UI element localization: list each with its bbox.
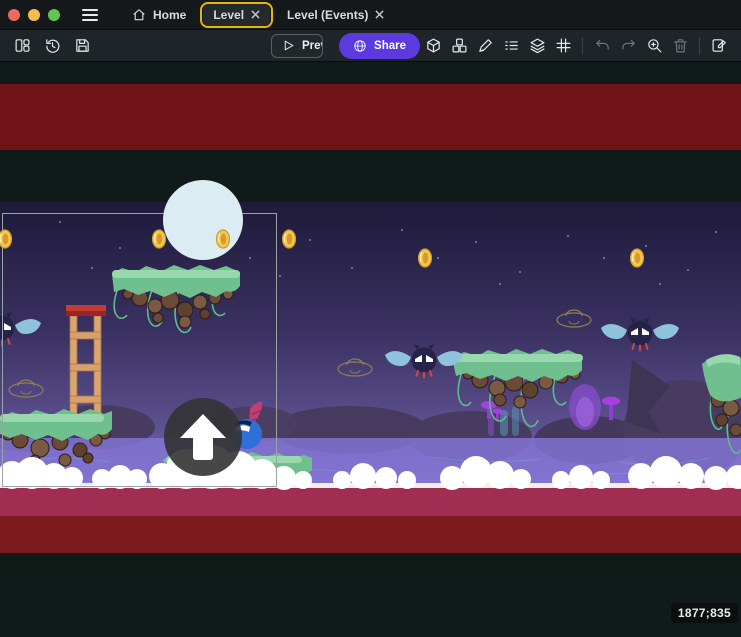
object-groups-button[interactable] (446, 34, 472, 58)
play-icon (282, 39, 295, 52)
pencil-icon (477, 37, 494, 54)
redo-button[interactable] (615, 34, 641, 58)
trash-icon (672, 37, 689, 54)
moon[interactable] (163, 180, 243, 260)
delete-button[interactable] (667, 34, 693, 58)
panels-icon (14, 37, 31, 54)
toolbar: Preview Share (0, 30, 741, 62)
macos-zoom-button[interactable] (48, 9, 60, 21)
macos-close-button[interactable] (8, 9, 20, 21)
cubes-group-icon (451, 37, 468, 54)
preview-label: Preview (302, 40, 323, 52)
share-label: Share (374, 40, 406, 52)
scene-editor-canvas[interactable]: 1877;835 (0, 62, 741, 637)
globe-icon (353, 39, 367, 53)
grid-icon (555, 37, 572, 54)
macos-minimize-button[interactable] (28, 9, 40, 21)
zoom-in-icon (646, 37, 663, 54)
main-menu-icon[interactable] (82, 9, 98, 21)
add-object-button[interactable] (420, 34, 446, 58)
tab-level-events-label: Level (Events) (287, 8, 368, 22)
open-editors-panel-button[interactable] (9, 34, 35, 58)
close-icon[interactable] (251, 10, 260, 19)
ceiling-ground-platform[interactable] (0, 84, 741, 150)
save-button[interactable] (69, 34, 95, 58)
toolbar-left-group (9, 34, 95, 58)
toolbar-divider (699, 37, 700, 55)
cursor-coordinates: 1877;835 (671, 603, 738, 623)
ground-magenta-band[interactable] (0, 488, 741, 516)
tab-home-label: Home (153, 8, 186, 22)
scene-properties-button[interactable] (706, 34, 732, 58)
preview-button[interactable]: Preview (272, 35, 323, 57)
share-button[interactable]: Share (339, 33, 420, 59)
undo-icon (594, 37, 611, 54)
app-window: Home Level Level (Events) (0, 0, 741, 637)
tab-level[interactable]: Level (203, 4, 270, 26)
scene-canvas (0, 62, 741, 637)
titlebar: Home Level Level (Events) (0, 0, 741, 30)
save-icon (74, 37, 91, 54)
instances-list-button[interactable] (498, 34, 524, 58)
history-clock-icon (44, 37, 61, 54)
edit-note-icon (711, 37, 728, 54)
close-icon[interactable] (375, 10, 384, 19)
tab-level-highlight: Level (200, 2, 273, 28)
toolbar-right-group (420, 34, 732, 58)
grid-button[interactable] (550, 34, 576, 58)
coin[interactable] (631, 249, 644, 267)
coin[interactable] (153, 230, 166, 248)
cube-icon (425, 37, 442, 54)
redo-icon (620, 37, 637, 54)
layers-button[interactable] (524, 34, 550, 58)
tab-level-label: Level (213, 8, 244, 22)
layers-icon (529, 37, 546, 54)
coin[interactable] (283, 230, 296, 248)
history-button[interactable] (39, 34, 65, 58)
undo-button[interactable] (589, 34, 615, 58)
home-icon (132, 8, 146, 22)
tab-home[interactable]: Home (122, 4, 196, 26)
tab-level-events[interactable]: Level (Events) (277, 4, 394, 26)
list-icon (503, 37, 520, 54)
coin[interactable] (419, 249, 432, 267)
preview-split-button: Preview (271, 34, 323, 58)
zoom-button[interactable] (641, 34, 667, 58)
coin[interactable] (0, 230, 12, 248)
ground-dark-red-band[interactable] (0, 516, 741, 553)
coin[interactable] (217, 230, 230, 248)
edit-button[interactable] (472, 34, 498, 58)
touch-arrow-button[interactable] (164, 398, 242, 476)
window-controls (8, 9, 60, 21)
toolbar-divider (582, 37, 583, 55)
